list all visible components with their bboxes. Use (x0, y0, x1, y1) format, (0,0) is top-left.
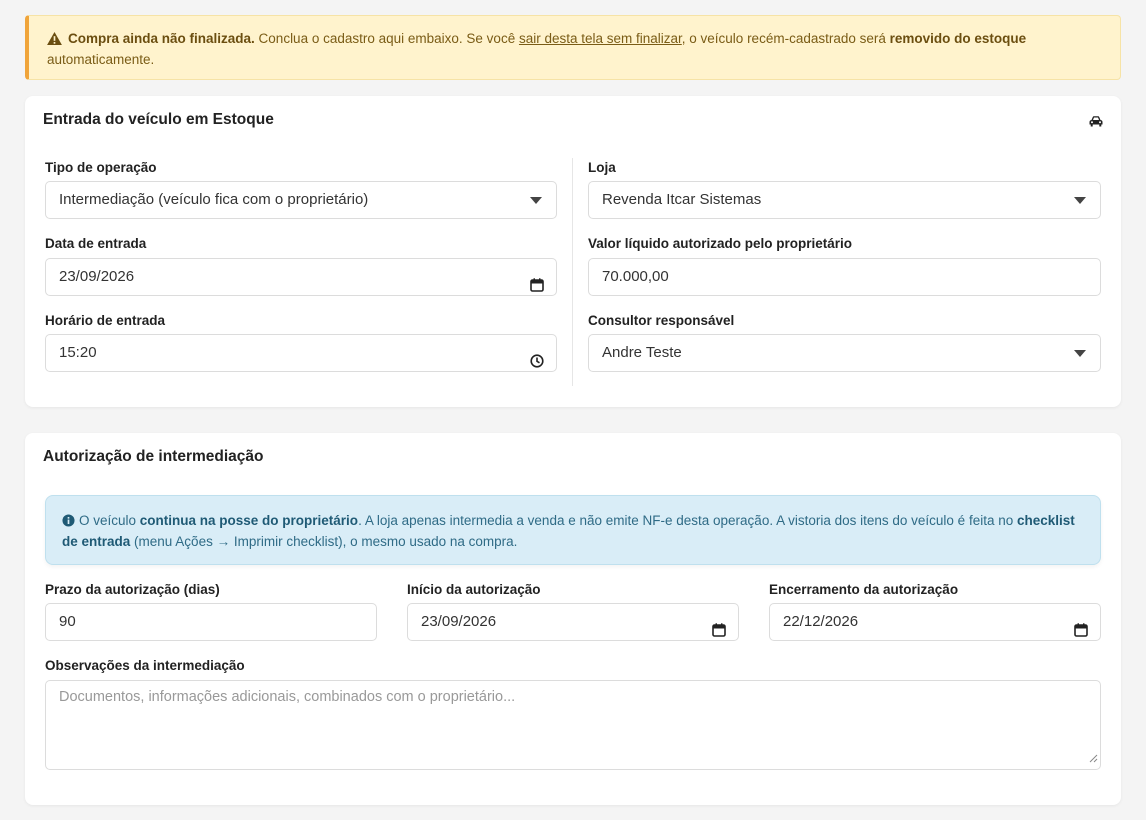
chevron-down-icon (530, 197, 542, 204)
authorization-title: Autorização de intermediação (43, 448, 264, 465)
info-circle-icon (62, 513, 75, 532)
info-strong-1: continua na posse do proprietário (139, 513, 359, 528)
alert-text-1: Conclua o cadastro aqui embaixo. Se você (254, 31, 519, 46)
consultant-value: Andre Teste (602, 344, 682, 361)
leave-screen-link[interactable]: sair desta tela sem finalizar (519, 31, 682, 46)
end-date-value: 22/12/2026 (783, 613, 859, 630)
calendar-icon[interactable] (1074, 615, 1088, 651)
entry-date-label: Data de entrada (45, 236, 147, 251)
net-value-label: Valor líquido autorizado pelo proprietár… (588, 236, 853, 251)
notes-label: Observações da intermediação (45, 658, 245, 673)
alert-strong-lead: Compra ainda não finalizada. (68, 31, 255, 46)
start-date-value: 23/09/2026 (421, 613, 497, 630)
net-value-value: 70.000,00 (602, 268, 669, 285)
start-date-label: Início da autorização (407, 582, 541, 597)
chevron-down-icon (1074, 350, 1086, 357)
unfinished-purchase-alert: Compra ainda não finalizada. Conclua o c… (25, 15, 1121, 80)
stock-entry-card: Entrada do veículo em Estoque Tipo de op… (25, 96, 1121, 407)
chevron-down-icon (1074, 197, 1086, 204)
end-date-input[interactable]: 22/12/2026 (769, 603, 1101, 641)
term-days-value: 90 (59, 613, 76, 630)
entry-time-input[interactable]: 15:20 (45, 334, 557, 372)
notes-placeholder: Documentos, informações adicionais, comb… (59, 689, 516, 705)
alert-text-2: , o veículo recém-cadastrado será (681, 31, 890, 46)
info-text-3: (menu Ações → Imprimir checklist), o mes… (130, 534, 518, 549)
store-value: Revenda Itcar Sistemas (602, 191, 762, 208)
consultant-select[interactable]: Andre Teste (588, 334, 1101, 372)
end-date-label: Encerramento da autorização (769, 582, 959, 597)
entry-time-value: 15:20 (59, 344, 97, 361)
column-divider (572, 158, 573, 386)
authorization-card: Autorização de intermediação O veículo c… (25, 433, 1121, 805)
stock-entry-title: Entrada do veículo em Estoque (43, 111, 274, 128)
calendar-icon[interactable] (712, 615, 726, 651)
net-value-input[interactable]: 70.000,00 (588, 258, 1101, 296)
entry-time-label: Horário de entrada (45, 313, 166, 328)
resize-handle-icon[interactable] (1089, 751, 1098, 767)
operation-type-select[interactable]: Intermediação (veículo fica com o propri… (45, 181, 557, 219)
operation-type-label: Tipo de operação (45, 160, 157, 175)
info-text-2: . A loja apenas intermedia a venda e não… (358, 513, 1017, 528)
info-text-1: O veículo (79, 513, 140, 528)
calendar-icon[interactable] (530, 270, 544, 306)
term-days-label: Prazo da autorização (dias) (45, 582, 220, 597)
store-label: Loja (588, 160, 616, 175)
clock-icon[interactable] (530, 346, 544, 382)
entry-date-input[interactable]: 23/09/2026 (45, 258, 557, 296)
alert-strong-end: removido do estoque (889, 31, 1027, 46)
store-select[interactable]: Revenda Itcar Sistemas (588, 181, 1101, 219)
car-icon (1089, 114, 1103, 132)
term-days-input[interactable]: 90 (45, 603, 377, 641)
start-date-input[interactable]: 23/09/2026 (407, 603, 739, 641)
consultant-label: Consultor responsável (588, 313, 735, 328)
entry-date-value: 23/09/2026 (59, 268, 135, 285)
operation-type-value: Intermediação (veículo fica com o propri… (59, 191, 369, 208)
warning-triangle-icon (47, 31, 62, 50)
intermediation-info-alert: O veículo continua na posse do proprietá… (45, 495, 1101, 565)
notes-textarea[interactable]: Documentos, informações adicionais, comb… (45, 680, 1101, 770)
alert-text-3: automaticamente. (47, 52, 155, 67)
